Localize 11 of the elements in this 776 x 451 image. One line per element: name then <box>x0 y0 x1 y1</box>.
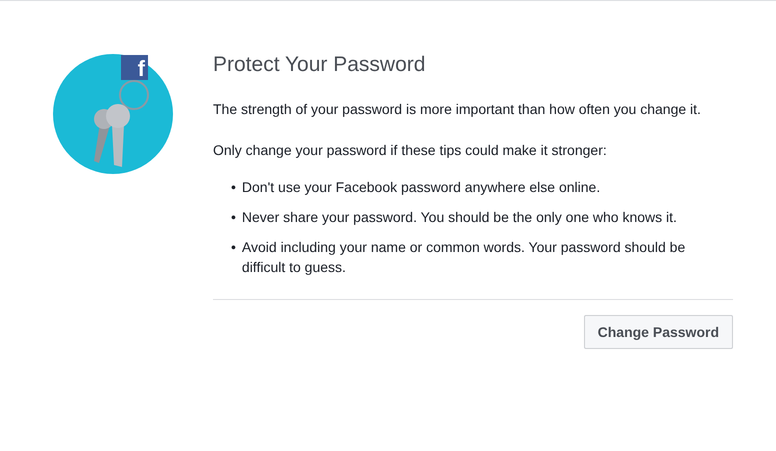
change-password-button[interactable]: Change Password <box>584 315 733 349</box>
tip-text: Never share your password. You should be the only one who knows it. <box>242 208 678 227</box>
title: Protect Your Password <box>213 53 426 77</box>
facebook-logo: f <box>121 55 148 80</box>
bullet: • <box>231 208 236 227</box>
lead-text: Only change your password if these tips could make it stronger: <box>213 141 608 160</box>
intro-text: The strength of your password is more important than how often you change it. <box>213 100 702 119</box>
bullet: • <box>231 238 236 257</box>
tip-text: Avoid including your name or common words. Your password should be difficult to guess. <box>242 238 686 277</box>
bullet: • <box>231 178 236 197</box>
tip-text: Don't use your Facebook password anywhere else online. <box>242 178 602 197</box>
